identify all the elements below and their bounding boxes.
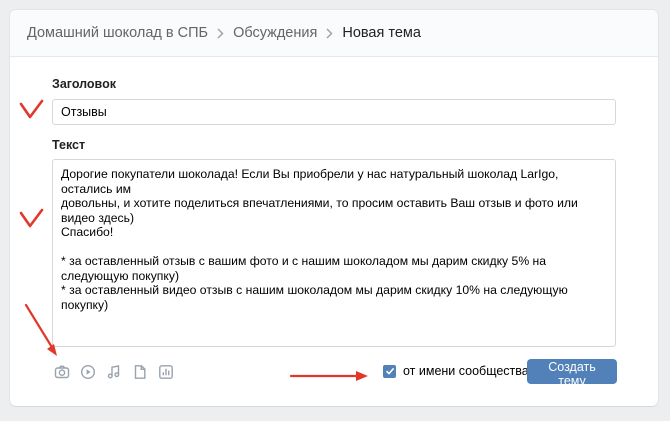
annotation-overlay — [19, 99, 368, 381]
arrow-annotation — [289, 371, 368, 381]
check-mark-annotation — [19, 208, 44, 228]
check-mark-annotation — [19, 99, 44, 119]
arrow-annotation — [24, 303, 57, 356]
